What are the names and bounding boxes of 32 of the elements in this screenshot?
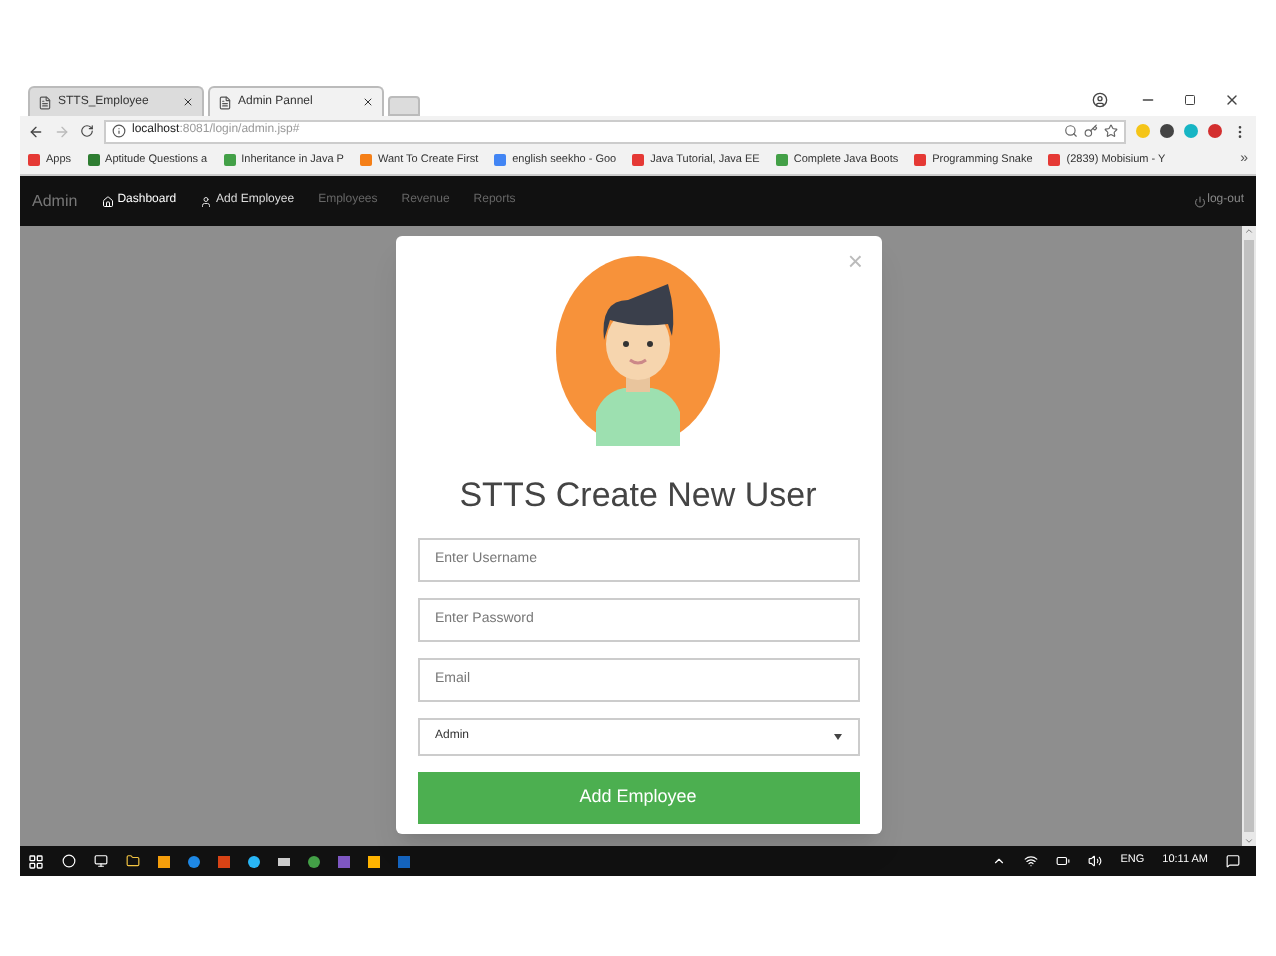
close-icon[interactable] <box>362 96 374 108</box>
volume-icon[interactable] <box>1088 854 1103 868</box>
key-icon[interactable] <box>1084 124 1098 138</box>
tray-icon[interactable] <box>992 854 1007 868</box>
app-icon[interactable] <box>368 855 380 867</box>
battery-icon[interactable] <box>1056 854 1071 868</box>
nav-icon <box>200 195 213 207</box>
dropdown-icon <box>833 733 841 739</box>
back-icon[interactable] <box>28 123 44 139</box>
dialog-title: STTS Create New User <box>459 474 817 518</box>
nav-icon <box>101 195 114 207</box>
star-icon[interactable] <box>1104 124 1118 138</box>
task-view-icon[interactable] <box>94 854 108 868</box>
app-icon[interactable] <box>158 855 170 867</box>
info-icon <box>112 124 126 138</box>
brand-label[interactable]: Admin <box>32 189 78 213</box>
windows-icon[interactable] <box>28 853 44 869</box>
maximize-icon[interactable] <box>1184 94 1196 106</box>
page-icon <box>218 95 232 109</box>
network-icon[interactable] <box>1024 854 1039 868</box>
app-icon[interactable] <box>188 855 200 867</box>
folder-icon[interactable] <box>126 854 140 868</box>
app-icon[interactable] <box>248 855 260 867</box>
close-icon[interactable] <box>1224 92 1240 108</box>
notification-icon[interactable] <box>1226 854 1240 868</box>
page-icon <box>38 95 52 109</box>
app-icon[interactable] <box>278 857 290 865</box>
power-icon <box>1193 195 1206 207</box>
app-icon[interactable] <box>308 855 320 867</box>
profile-icon[interactable] <box>1092 92 1108 108</box>
reload-icon[interactable] <box>80 124 94 138</box>
close-icon[interactable] <box>182 96 194 108</box>
